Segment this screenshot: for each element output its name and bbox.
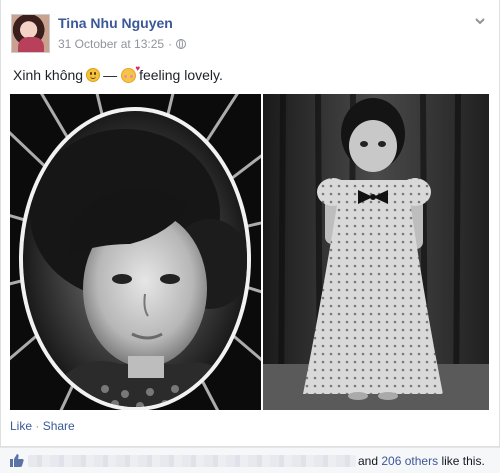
- photo-portrait-image: [10, 94, 261, 410]
- thumbs-up-icon: [10, 454, 24, 467]
- post-timestamp[interactable]: 31 October at 13:25: [58, 37, 164, 51]
- chevron-down-icon[interactable]: [473, 14, 487, 28]
- others-label: others: [404, 454, 439, 468]
- post-actions: Like · Share: [10, 419, 75, 433]
- author-name-link[interactable]: Tina Nhu Nguyen: [58, 15, 173, 31]
- others-link[interactable]: 206 others: [381, 454, 438, 468]
- likes-suffix: like this.: [441, 454, 485, 468]
- likes-summary: and 206 others like this.: [358, 454, 485, 468]
- likes-bar: and 206 others like this.: [0, 447, 500, 473]
- actions-separator: ·: [35, 419, 40, 433]
- status-message: Xinh không: [13, 67, 84, 83]
- globe-icon[interactable]: [176, 39, 187, 49]
- smile-emoji-icon: [86, 68, 101, 82]
- photo-child-dress[interactable]: [263, 94, 489, 410]
- meta-separator: ·: [168, 37, 173, 51]
- status-dash: —: [103, 67, 118, 83]
- others-count: 206: [381, 454, 402, 468]
- feeling-text: feeling lovely.: [139, 67, 223, 83]
- smiling-hearts-emoji-icon: ♥: [121, 64, 140, 83]
- avatar[interactable]: [11, 14, 50, 53]
- liker-names-blurred: [28, 455, 356, 467]
- post-meta: 31 October at 13:25 ·: [58, 37, 187, 51]
- likes-prefix: and: [358, 454, 379, 468]
- photo-child-dress-image: [263, 94, 489, 410]
- post-card: Tina Nhu Nguyen 31 October at 13:25 · Xi…: [0, 0, 500, 447]
- photo-portrait[interactable]: [10, 94, 261, 410]
- like-link[interactable]: Like: [10, 419, 32, 433]
- status-text: Xinh không — ♥ feeling lovely.: [13, 64, 223, 83]
- share-link[interactable]: Share: [43, 419, 75, 433]
